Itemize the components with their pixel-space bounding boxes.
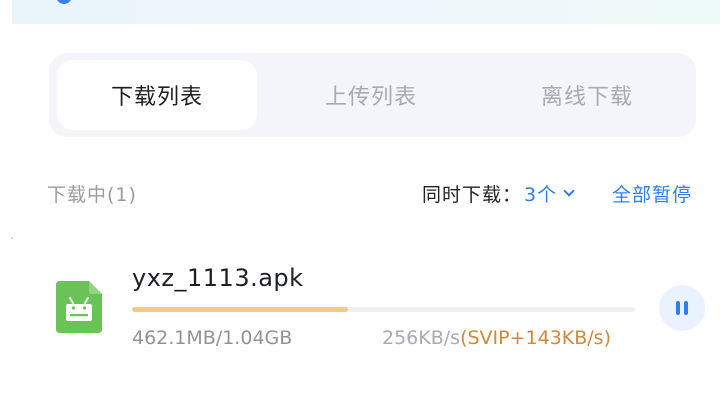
download-item[interactable]: yxz_1113.apk 462.1MB/1.04GB 256KB/s(SVIP… [0, 256, 720, 366]
transfer-tabs: 下载列表 上传列表 离线下载 [49, 53, 696, 137]
svip-speed-bonus: (SVIP+143KB/s) [460, 327, 611, 349]
tab-upload-list[interactable]: 上传列表 [271, 60, 471, 130]
banner-icon [56, 0, 72, 4]
tab-offline-download[interactable]: 离线下载 [487, 60, 687, 130]
download-list-page: 下载列表 上传列表 离线下载 下载中(1) 同时下载： 3个 全部暂停 yxz_… [0, 0, 720, 404]
concurrent-downloads: 同时下载： 3个 [422, 180, 575, 207]
pause-icon-bar [684, 301, 688, 315]
concurrent-selector[interactable]: 3个 [524, 180, 575, 207]
pause-all-button[interactable]: 全部暂停 [612, 180, 692, 207]
file-name: yxz_1113.apk [132, 264, 304, 292]
speed-value: 256KB/s [382, 327, 461, 349]
download-progress-bar [132, 307, 635, 312]
download-status-row: 下载中(1) 同时下载： 3个 全部暂停 [0, 180, 720, 210]
download-speed: 256KB/s(SVIP+143KB/s) [382, 327, 611, 349]
chevron-down-icon [563, 184, 575, 197]
tab-download-list[interactable]: 下载列表 [57, 60, 257, 130]
concurrent-value: 3个 [524, 184, 558, 206]
pause-button[interactable] [659, 285, 705, 331]
android-apk-file-icon [56, 281, 102, 333]
concurrent-label: 同时下载： [422, 184, 523, 206]
pause-icon [676, 301, 680, 315]
downloading-count-label: 下载中(1) [47, 184, 137, 206]
download-progress-fill [132, 307, 349, 312]
download-size: 462.1MB/1.04GB [132, 327, 293, 349]
divider-dot [11, 237, 13, 239]
top-banner [12, 0, 720, 24]
